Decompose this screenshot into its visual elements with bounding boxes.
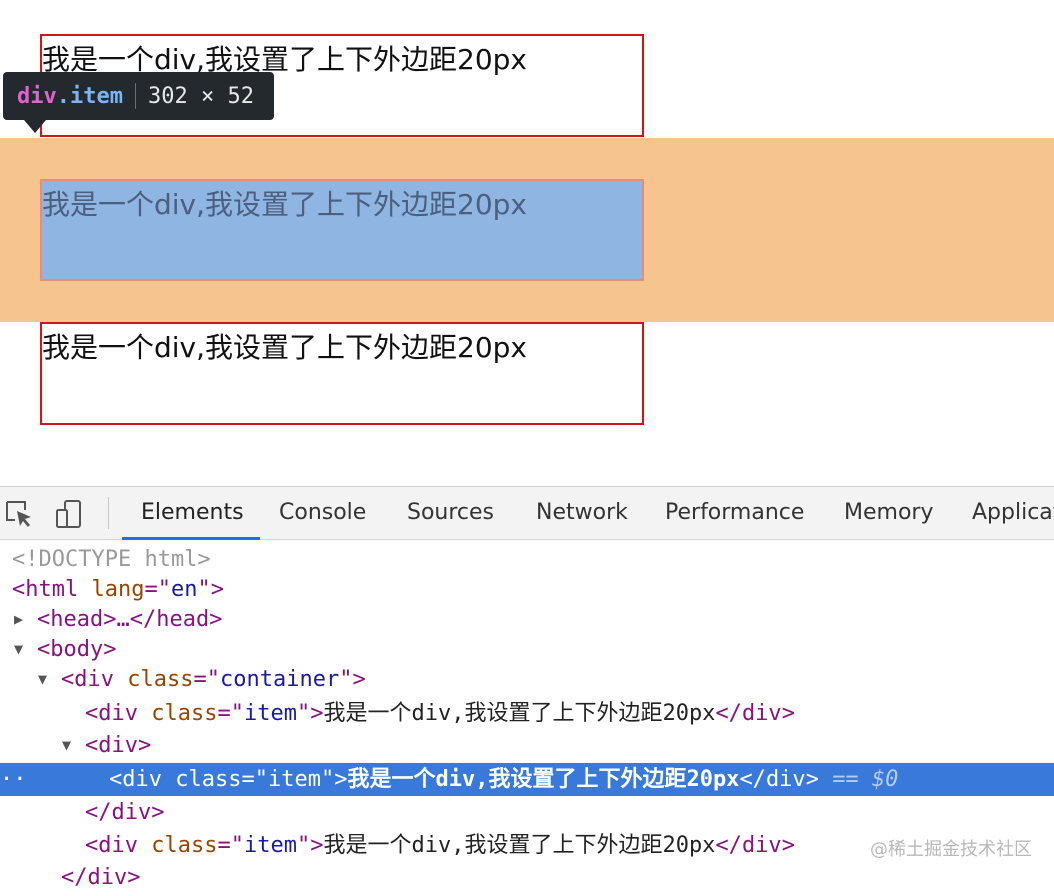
container-attr: class [127, 667, 194, 692]
wrapper-open-tag: <div> [85, 733, 152, 758]
tab-elements[interactable]: Elements [141, 487, 244, 540]
element-inspect-tooltip: div .item 302 × 52 [3, 72, 274, 120]
dom-tree: <!DOCTYPE html> <html lang="en"> ▶ <head… [0, 540, 1054, 896]
collapse-triangle-icon[interactable]: ▼ [14, 633, 23, 666]
item-text: 我是一个div,我设置了上下外边距20px [42, 188, 527, 221]
item-div-2-highlighted: 我是一个div,我设置了上下外边距20px [40, 179, 644, 281]
tab-console[interactable]: Console [279, 487, 366, 540]
container-close-tag: </div> [61, 865, 141, 890]
item-attr: class [151, 701, 218, 726]
item-tag: div [98, 701, 138, 726]
html-attr-value: en [170, 577, 198, 602]
dom-node-body[interactable]: ▼ <body> [0, 633, 1054, 666]
item-attr-value: item [267, 767, 321, 792]
dom-node-wrapper-div[interactable]: ▼ <div> [0, 729, 1054, 762]
item-close-tag: div [741, 833, 782, 858]
item-text-node: 我是一个div,我设置了上下外边距20px [347, 767, 740, 792]
item-div-3: 我是一个div,我设置了上下外边距20px [40, 322, 644, 425]
devtools-toolbar: Elements Console Sources Network Perform… [0, 487, 1054, 540]
tooltip-class: .item [56, 83, 123, 109]
wrapper-close-tag: </div> [85, 800, 165, 825]
doctype-text: <!DOCTYPE html> [12, 547, 211, 572]
item-attr: class [151, 833, 218, 858]
html-tag: html [25, 577, 79, 602]
tooltip-size: 302 × 52 [147, 83, 254, 109]
dom-node-head[interactable]: ▶ <head>…</head> [0, 603, 1054, 636]
item-attr-value: item [243, 701, 297, 726]
dom-node-item-1[interactable]: <div class="item">我是一个div,我设置了上下外边距20px<… [0, 697, 1054, 730]
dom-node-doctype[interactable]: <!DOCTYPE html> [0, 543, 1054, 576]
tooltip-divider [134, 83, 136, 109]
item-text-node: 我是一个div,我设置了上下外边距20px [323, 833, 716, 858]
tab-sources[interactable]: Sources [407, 487, 494, 540]
devtools-panel: Elements Console Sources Network Perform… [0, 486, 1054, 896]
tab-application[interactable]: Applicat [972, 487, 1054, 540]
html-attr: lang [91, 577, 145, 602]
tab-network[interactable]: Network [536, 487, 628, 540]
item-text: 我是一个div,我设置了上下外边距20px [42, 331, 527, 364]
dom-node-container-close[interactable]: </div> [0, 861, 1054, 894]
item-text-node: 我是一个div,我设置了上下外边距20px [323, 701, 716, 726]
item-tag: div [98, 833, 138, 858]
tab-performance[interactable]: Performance [665, 487, 804, 540]
dom-node-html[interactable]: <html lang="en"> [0, 573, 1054, 606]
device-toggle-icon[interactable] [54, 499, 84, 529]
toolbar-divider [108, 497, 109, 529]
dom-node-item-2-selected[interactable]: ·· <div class="item">我是一个div,我设置了上下外边距20… [0, 763, 1054, 796]
container-attr-value: container [219, 667, 340, 692]
item-attr: class [175, 767, 242, 792]
inspect-element-icon[interactable] [4, 499, 34, 529]
dom-node-container[interactable]: ▼ <div class="container"> [0, 663, 1054, 696]
head-collapsed: <head>…</head> [37, 607, 223, 632]
collapse-triangle-icon[interactable]: ▼ [62, 729, 71, 762]
item-attr-value: item [243, 833, 297, 858]
expand-triangle-icon[interactable]: ▶ [14, 603, 23, 636]
watermark: @稀土掘金技术社区 [870, 839, 1032, 860]
body-tag: body [50, 637, 104, 662]
item-tag: div [122, 767, 162, 792]
selected-marker: == $0 [832, 767, 899, 792]
container-tag: div [74, 667, 114, 692]
tooltip-arrow [24, 120, 46, 133]
selected-dots: ·· [0, 767, 27, 792]
item-close-tag: div [741, 701, 782, 726]
tooltip-tag: div [17, 83, 57, 109]
tab-memory[interactable]: Memory [844, 487, 933, 540]
collapse-triangle-icon[interactable]: ▼ [38, 663, 47, 696]
item-close-tag: div [765, 767, 806, 792]
page-viewport: 我是一个div,我设置了上下外边距20px 我是一个div,我设置了上下外边距2… [0, 0, 1054, 486]
dom-node-wrapper-close[interactable]: </div> [0, 796, 1054, 829]
